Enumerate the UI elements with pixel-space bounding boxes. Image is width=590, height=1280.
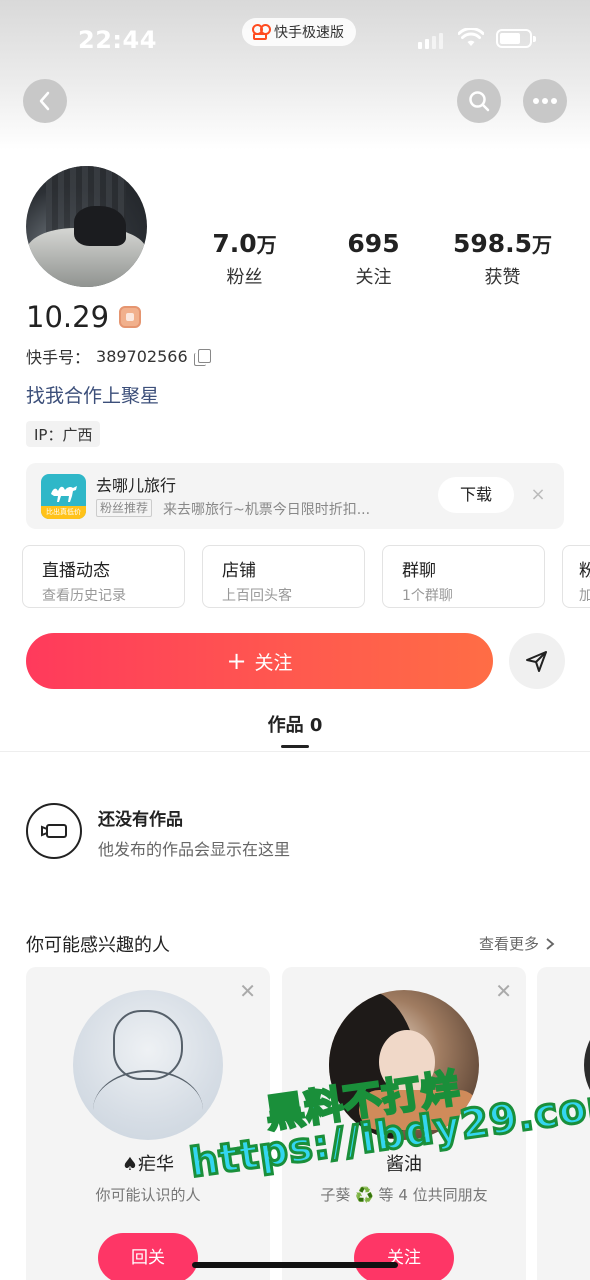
stat-value: 7.0 [212,229,257,258]
ad-icon-caption: 比出真低价 [41,506,86,519]
feature-title: 直播动态 [42,561,110,581]
bio-link[interactable]: 找我合作上聚星 [26,381,159,408]
message-button[interactable] [509,633,565,689]
follow-label: 关注 [254,651,293,674]
app-name: 快手极速版 [274,25,344,41]
feature-live-history[interactable]: 直播动态 查看历史记录 [22,545,185,608]
feature-fan-group[interactable]: 粉 加 [562,545,590,608]
ad-tag: 粉丝推荐 [96,499,153,517]
recommend-avatar[interactable] [73,990,223,1140]
stat-label: 获赞 [484,267,521,288]
follow-back-button[interactable]: 回关 [98,1233,198,1280]
feature-shop[interactable]: 店铺 上百回头客 [202,545,365,608]
empty-title: 还没有作品 [98,810,183,830]
close-icon[interactable]: ✕ [239,979,256,1003]
profile-avatar[interactable] [26,166,147,287]
home-indicator [192,1262,398,1268]
feature-subtitle: 查看历史记录 [42,588,126,604]
feature-group-chat[interactable]: 群聊 1个群聊 [382,545,545,608]
kuaishou-logo-icon [252,24,271,40]
stat-value: 695 [347,229,400,258]
search-icon [469,91,490,112]
feature-title: 粉 [579,561,590,581]
camel-icon [51,486,77,502]
profile-stats: 7.0万 粉丝 695 关注 598.5万 获赞 [180,230,580,289]
back-button[interactable] [23,79,67,123]
stat-value: 598.5 [452,229,533,258]
ad-download-button[interactable]: 下载 [438,477,514,513]
stat-likes[interactable]: 598.5万 获赞 [438,230,567,289]
nickname: 10.29 [26,300,142,334]
status-time: 22:44 [78,26,157,54]
more-dots-icon [533,98,557,104]
search-button[interactable] [457,79,501,123]
cellular-signal-icon [418,33,443,49]
divider [0,751,590,752]
recommend-card[interactable]: ✕ ♠疟华 你可能认识的人 回关 [26,967,270,1280]
stat-label: 粉丝 [226,267,263,288]
tab-indicator [281,745,309,748]
stat-label: 关注 [355,267,392,288]
stat-unit: 万 [256,233,277,257]
copy-icon[interactable] [193,349,211,366]
level-badge-icon[interactable] [119,306,142,328]
qunar-app-icon: 比出真低价 [41,474,86,519]
close-icon[interactable]: ✕ [495,979,512,1003]
recommend-title: 你可能感兴趣的人 [26,935,170,956]
see-more-link[interactable]: 查看更多 [479,933,555,954]
tab-works[interactable]: 作品 0 [0,711,590,737]
feature-title: 店铺 [222,561,256,581]
battery-icon [496,29,536,48]
follow-button[interactable]: + 关注 [26,633,493,689]
feature-subtitle: 上百回头客 [222,588,292,604]
more-button[interactable] [523,79,567,123]
video-camera-icon [26,803,82,859]
empty-subtitle: 他发布的作品会显示在这里 [98,840,291,859]
kuaishou-id-value: 389702566 [96,346,188,366]
recommend-reason: 子葵 ♻️ 等 4 位共同朋友 [320,1186,488,1204]
close-icon[interactable]: × [527,484,549,506]
see-more-label: 查看更多 [479,935,540,953]
feature-subtitle: 加 [579,588,590,604]
stat-unit: 万 [532,233,553,257]
kuaishou-id: 快手号： 389702566 [26,344,211,368]
stat-fans[interactable]: 7.0万 粉丝 [180,230,309,289]
wifi-icon [458,28,484,46]
send-icon [526,651,547,672]
kuaishou-id-label: 快手号： [26,348,91,367]
stat-following[interactable]: 695 关注 [309,230,438,289]
feature-cards: 直播动态 查看历史记录 店铺 上百回头客 群聊 1个群聊 粉 加 [22,545,590,608]
ad-description: 来去哪旅行~机票今日限时折扣... [163,502,371,518]
ip-location-tag: IP：广西 [26,421,101,447]
chevron-left-icon [39,91,50,111]
feature-subtitle: 1个群聊 [402,588,453,604]
feature-title: 群聊 [402,561,436,581]
app-indicator: 快手极速版 [242,18,356,46]
nickname-text: 10.29 [26,300,110,334]
chevron-right-icon [546,937,555,950]
follow-button-small[interactable]: 关注 [354,1233,454,1280]
profile-page: 22:44 快手极速版 7.0万 粉丝 695 关注 598.5万 获赞 10.… [0,0,590,1280]
ad-card[interactable]: 比出真低价 去哪儿旅行 粉丝推荐 来去哪旅行~机票今日限时折扣... 下载 × [26,463,564,529]
plus-icon: + [226,647,247,675]
ad-title: 去哪儿旅行 [96,476,177,495]
recommend-reason: 你可能认识的人 [95,1186,201,1204]
